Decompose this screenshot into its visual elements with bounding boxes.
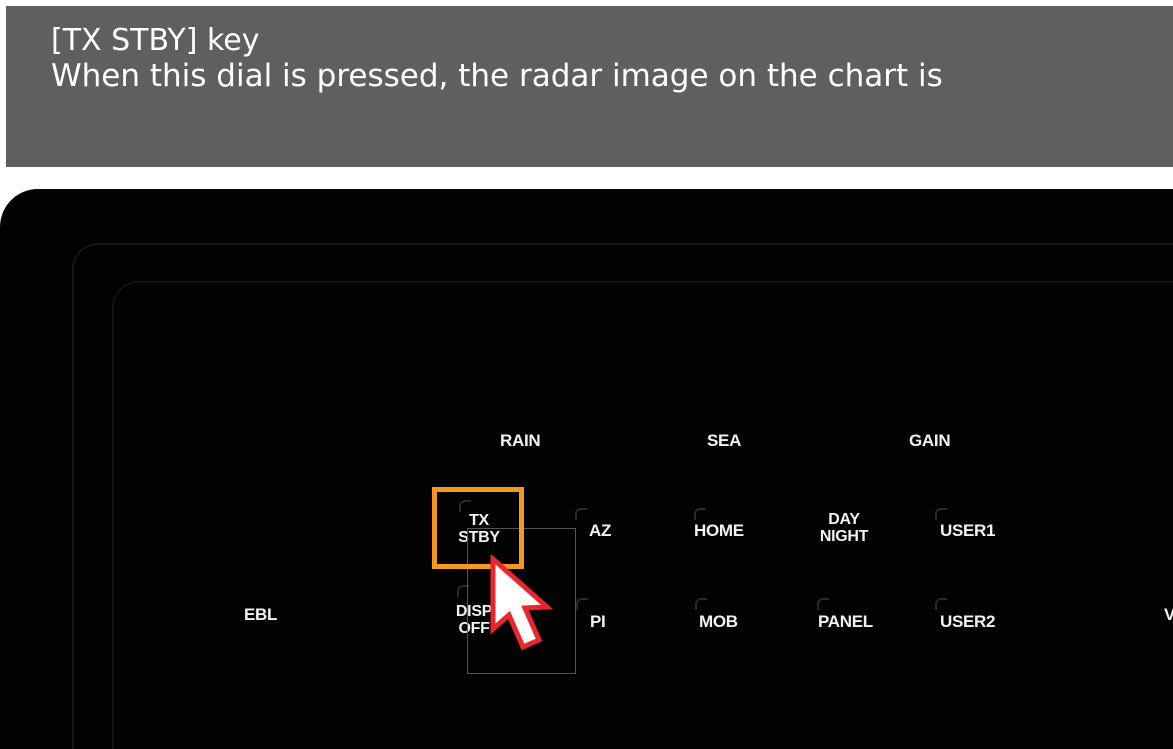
radar-control-panel: [0, 189, 1173, 749]
pi-key[interactable]: PI: [590, 612, 606, 631]
pointer-cursor-icon: [490, 555, 554, 651]
user2-key[interactable]: USER2: [940, 612, 995, 631]
rain-dial-label: RAIN: [500, 431, 541, 450]
az-key-mark: [575, 508, 587, 520]
panel-key[interactable]: PANEL: [818, 612, 873, 631]
panel-bezel-inner: [112, 281, 1173, 749]
home-key[interactable]: HOME: [694, 521, 744, 540]
panel-key-mark: [817, 598, 829, 610]
day-night-key-label-line2: NIGHT: [819, 528, 869, 545]
user2-key-mark: [935, 598, 947, 610]
pi-key-mark: [576, 598, 588, 610]
caption-title: [TX STBY] key: [51, 23, 260, 58]
edge-label: V: [1164, 605, 1173, 624]
az-key[interactable]: AZ: [589, 521, 611, 540]
mob-key[interactable]: MOB: [699, 612, 738, 631]
user1-key-mark: [935, 508, 947, 520]
day-night-key-label-line1: DAY: [828, 511, 860, 528]
day-night-key[interactable]: DAY NIGHT: [812, 511, 876, 545]
home-key-mark: [694, 508, 706, 520]
gain-dial-label: GAIN: [909, 431, 951, 450]
ebl-dial-label: EBL: [244, 605, 278, 624]
caption-banner: [TX STBY] key When this dial is pressed,…: [6, 6, 1173, 167]
mob-key-mark: [695, 598, 707, 610]
caption-description: When this dial is pressed, the radar ima…: [51, 58, 943, 94]
user1-key[interactable]: USER1: [940, 521, 995, 540]
sea-dial-label: SEA: [707, 431, 742, 450]
